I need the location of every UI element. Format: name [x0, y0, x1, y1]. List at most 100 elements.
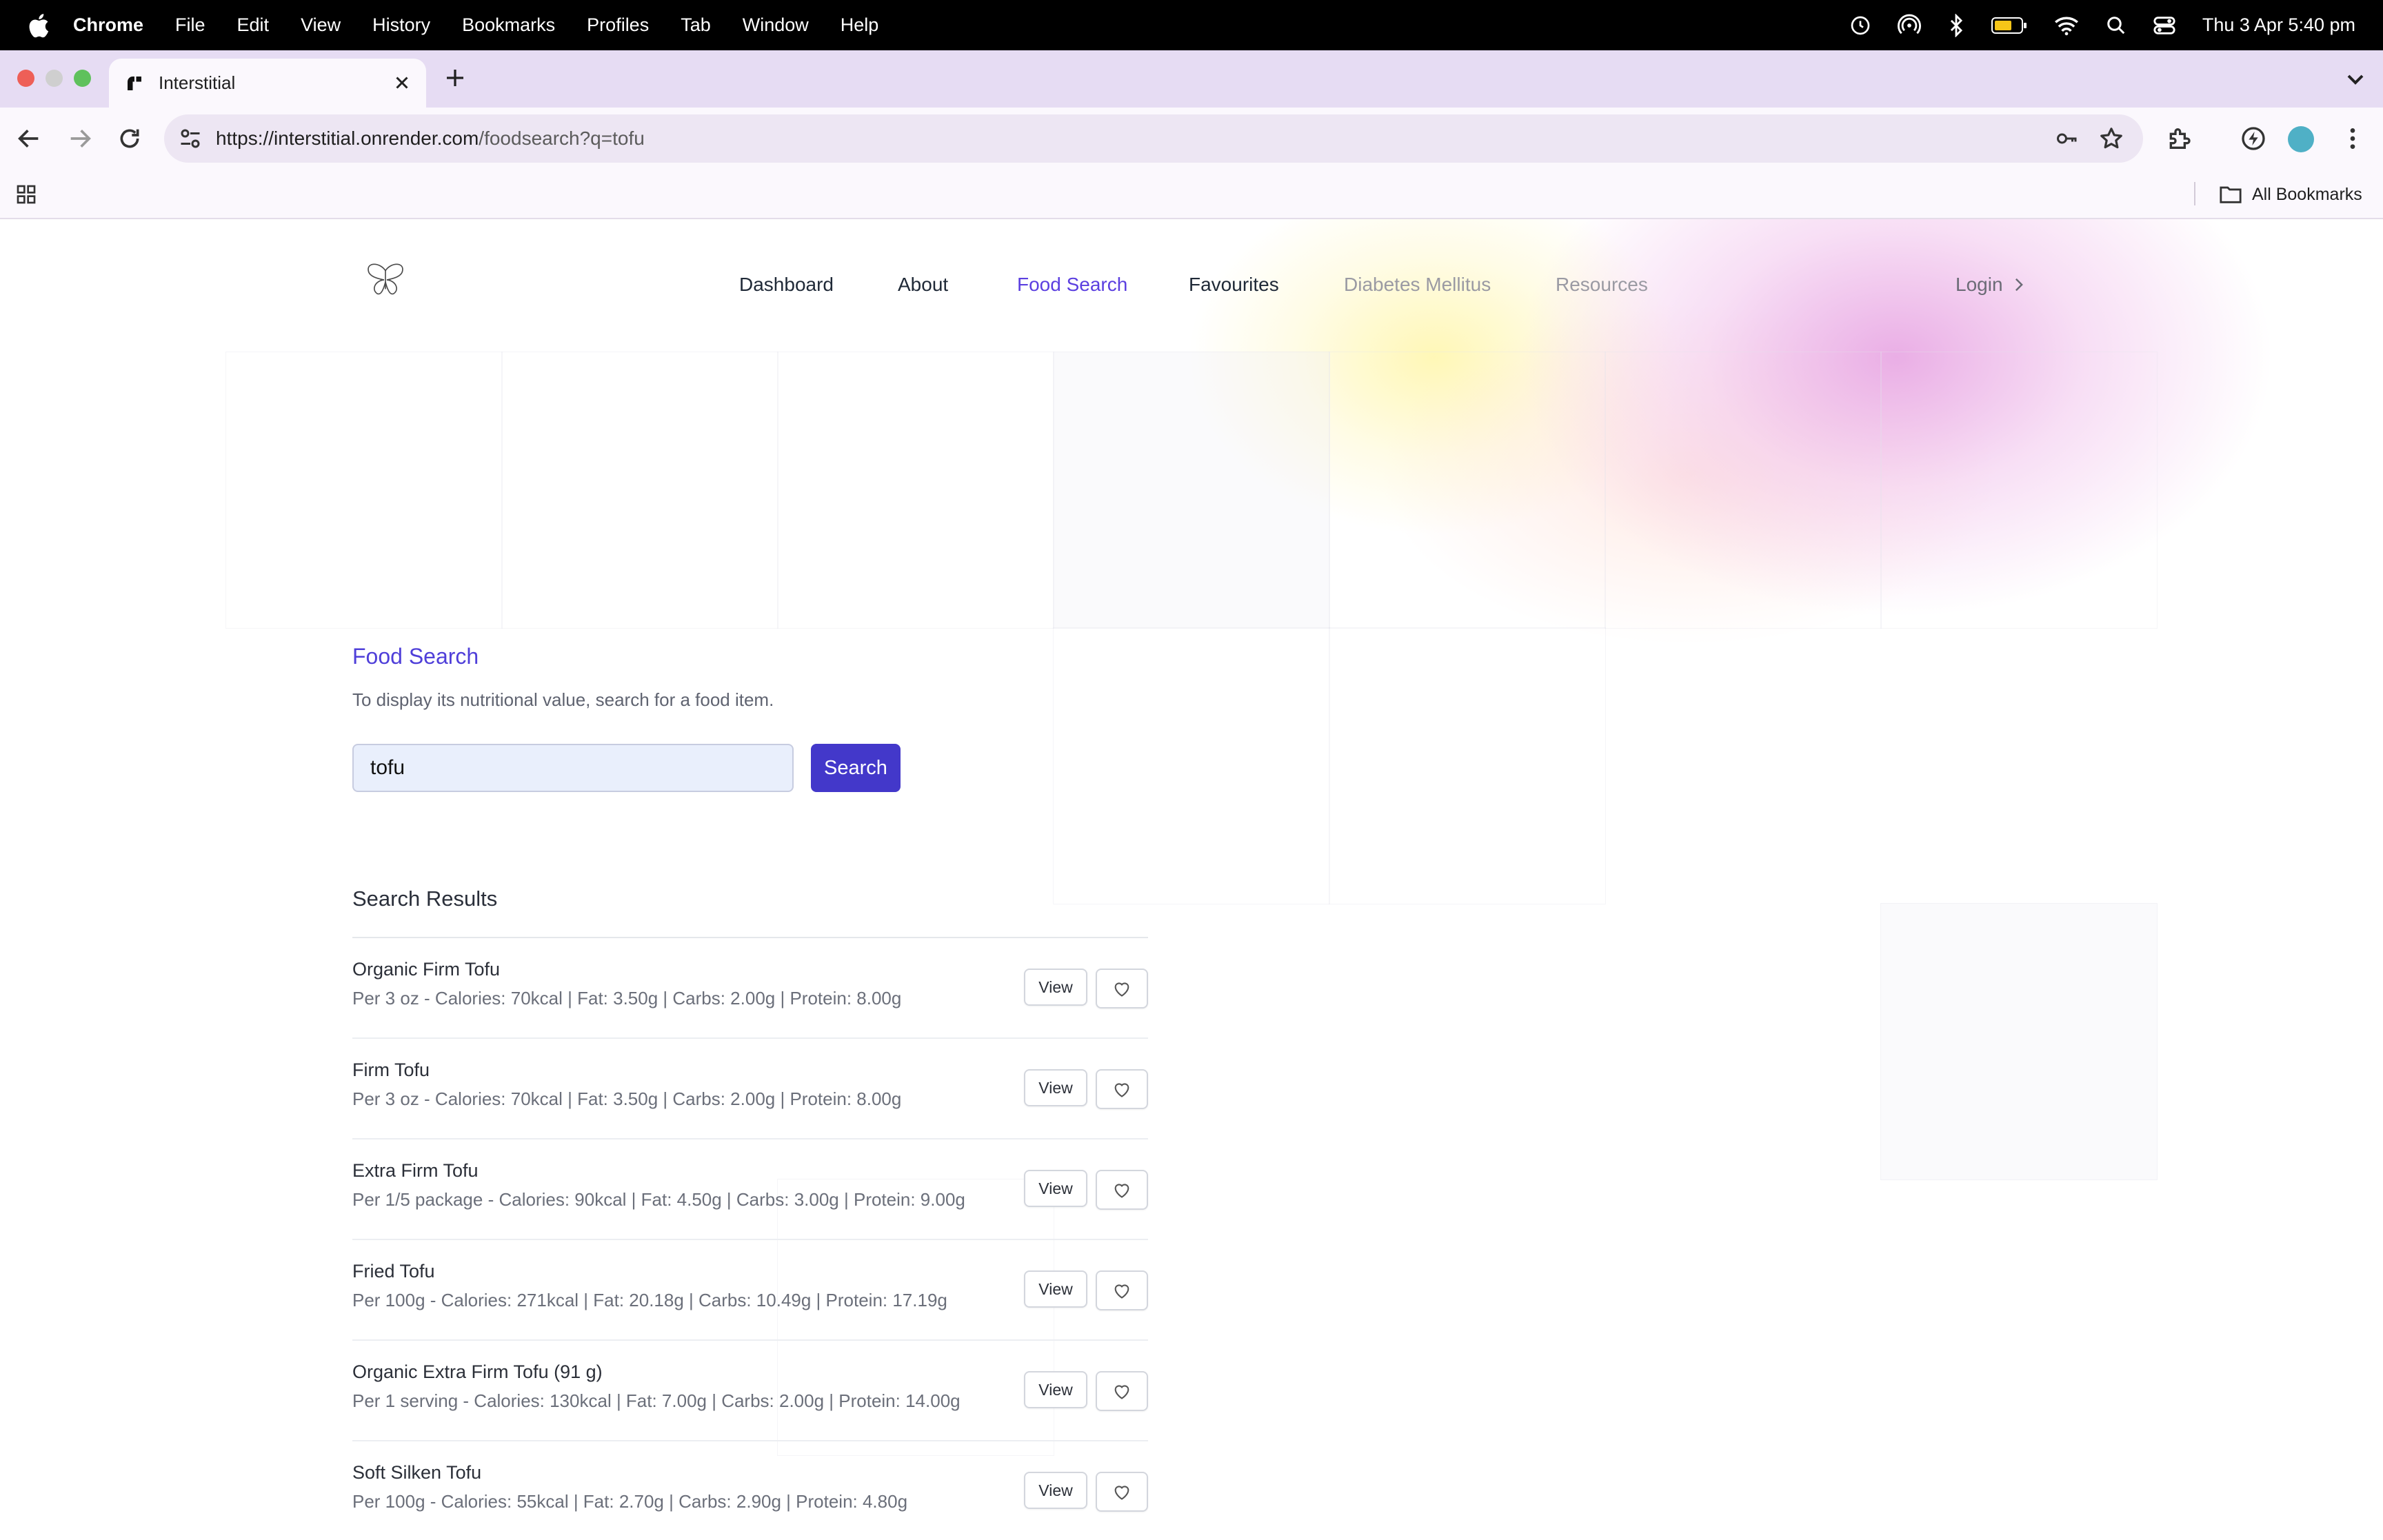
butterfly-logo-icon[interactable]: [364, 261, 407, 299]
tab-title: Interstitial: [159, 72, 236, 93]
apple-logo-icon[interactable]: [26, 12, 50, 39]
login-link[interactable]: Login: [1955, 273, 2025, 296]
address-bar[interactable]: https://interstitial.onrender.com/foodse…: [164, 114, 2143, 163]
airdrop-icon[interactable]: [1897, 14, 1921, 37]
page-title: Food Search: [352, 644, 479, 669]
bookmarks-bar: All Bookmarks: [0, 170, 2383, 219]
nav-link-diabetes-mellitus[interactable]: Diabetes Mellitus: [1344, 273, 1491, 296]
nav-link-resources[interactable]: Resources: [1556, 273, 1648, 296]
background-grid-cell: [501, 352, 778, 629]
spotlight-search-icon[interactable]: [2106, 15, 2126, 36]
site-favicon-icon: [128, 76, 141, 90]
background-grid-cell: [225, 352, 503, 629]
heart-icon: [1114, 982, 1129, 997]
result-row: Fried Tofu Per 100g - Calories: 271kcal …: [352, 1240, 1148, 1341]
result-name: Soft Silken Tofu: [352, 1462, 482, 1483]
bookmarks-divider: [2194, 182, 2195, 205]
menu-edit[interactable]: Edit: [237, 14, 270, 36]
menu-profiles[interactable]: Profiles: [587, 14, 649, 36]
profile-avatar[interactable]: [2288, 126, 2314, 152]
menu-app-name[interactable]: Chrome: [73, 14, 143, 36]
site-info-tune-icon[interactable]: [178, 126, 203, 151]
page-subtitle: To display its nutritional value, search…: [352, 689, 774, 710]
all-bookmarks-button[interactable]: All Bookmarks: [2219, 181, 2362, 208]
heart-icon: [1114, 1184, 1129, 1198]
forward-arrow-icon[interactable]: [66, 125, 94, 152]
menu-history[interactable]: History: [372, 14, 430, 36]
time-machine-icon[interactable]: [1849, 14, 1871, 37]
window-close-button[interactable]: [17, 70, 34, 87]
macos-menu-bar: Chrome File Edit View History Bookmarks …: [0, 0, 2383, 50]
all-bookmarks-label: All Bookmarks: [2252, 184, 2362, 204]
tab-close-icon[interactable]: [392, 72, 412, 93]
background-grid-cell: [1053, 627, 1330, 904]
view-button[interactable]: View: [1024, 1270, 1087, 1308]
address-bar-url[interactable]: https://interstitial.onrender.com/foodse…: [216, 114, 645, 163]
result-name: Extra Firm Tofu: [352, 1160, 479, 1181]
browser-tab-active[interactable]: Interstitial: [109, 59, 426, 108]
favourite-button[interactable]: [1096, 1170, 1148, 1210]
login-label: Login: [1955, 274, 2003, 295]
background-grid-cell: [1880, 903, 2158, 1180]
url-path: /foodsearch?q=tofu: [479, 128, 645, 149]
nav-link-about[interactable]: About: [898, 273, 948, 296]
background-grid-cell: [1880, 352, 2158, 629]
view-button[interactable]: View: [1024, 1170, 1087, 1207]
result-nutrition: Per 3 oz - Calories: 70kcal | Fat: 3.50g…: [352, 988, 902, 1009]
nav-link-food-search[interactable]: Food Search: [1017, 273, 1127, 296]
favourite-button[interactable]: [1096, 1270, 1148, 1310]
search-button[interactable]: Search: [811, 744, 901, 792]
reload-icon[interactable]: [116, 125, 143, 152]
menu-view[interactable]: View: [301, 14, 341, 36]
tab-search-chevron-icon[interactable]: [2342, 65, 2369, 93]
wifi-icon[interactable]: [2053, 15, 2080, 36]
result-name: Organic Extra Firm Tofu (91 g): [352, 1361, 603, 1382]
menu-file[interactable]: File: [175, 14, 205, 36]
heart-icon: [1114, 1385, 1129, 1399]
food-search-input[interactable]: [352, 744, 794, 792]
result-nutrition: Per 3 oz - Calories: 70kcal | Fat: 3.50g…: [352, 1088, 902, 1109]
result-row: Firm Tofu Per 3 oz - Calories: 70kcal | …: [352, 1039, 1148, 1139]
menu-bar-status-area: Thu 3 Apr 5:40 pm: [1849, 0, 2355, 50]
apps-grid-icon[interactable]: [15, 183, 37, 205]
more-menu-kebab-icon[interactable]: [2339, 125, 2366, 152]
view-button[interactable]: View: [1024, 969, 1087, 1006]
view-button[interactable]: View: [1024, 1472, 1087, 1509]
password-key-icon[interactable]: [2055, 126, 2080, 151]
background-grid-cell: [1329, 352, 1606, 629]
nav-link-dashboard[interactable]: Dashboard: [739, 273, 834, 296]
performance-bolt-icon[interactable]: [2240, 125, 2267, 152]
view-button[interactable]: View: [1024, 1371, 1087, 1408]
result-nutrition: Per 100g - Calories: 271kcal | Fat: 20.1…: [352, 1290, 947, 1310]
background-grid-cell: [1053, 352, 1330, 629]
favourite-button[interactable]: [1096, 1069, 1148, 1109]
result-name: Fried Tofu: [352, 1261, 435, 1281]
chevron-right-icon: [2015, 278, 2023, 292]
menu-window[interactable]: Window: [743, 14, 809, 36]
battery-icon[interactable]: [1991, 16, 2027, 35]
menu-help[interactable]: Help: [841, 14, 879, 36]
extensions-puzzle-icon[interactable]: [2165, 125, 2193, 152]
bookmark-star-icon[interactable]: [2098, 125, 2124, 152]
menu-bookmarks[interactable]: Bookmarks: [462, 14, 555, 36]
view-button[interactable]: View: [1024, 1069, 1087, 1106]
menu-tab[interactable]: Tab: [681, 14, 711, 36]
control-center-icon[interactable]: [2153, 15, 2176, 36]
favourite-button[interactable]: [1096, 969, 1148, 1009]
background-grid-cell: [777, 352, 1054, 629]
window-zoom-button[interactable]: [74, 70, 91, 87]
bluetooth-icon[interactable]: [1947, 13, 1965, 37]
web-page: Dashboard About Food Search Favourites D…: [0, 219, 2383, 1540]
background-grid-cell: [1329, 627, 1606, 904]
heart-icon: [1114, 1284, 1129, 1299]
window-minimize-button[interactable]: [46, 70, 63, 87]
result-row: Organic Firm Tofu Per 3 oz - Calories: 7…: [352, 938, 1148, 1039]
result-nutrition: Per 1 serving - Calories: 130kcal | Fat:…: [352, 1390, 961, 1411]
favourite-button[interactable]: [1096, 1472, 1148, 1512]
back-arrow-icon[interactable]: [15, 125, 43, 152]
menu-bar-clock[interactable]: Thu 3 Apr 5:40 pm: [2202, 14, 2355, 36]
result-name: Organic Firm Tofu: [352, 959, 501, 980]
nav-link-favourites[interactable]: Favourites: [1189, 273, 1279, 296]
favourite-button[interactable]: [1096, 1371, 1148, 1411]
new-tab-icon[interactable]: [443, 65, 467, 90]
